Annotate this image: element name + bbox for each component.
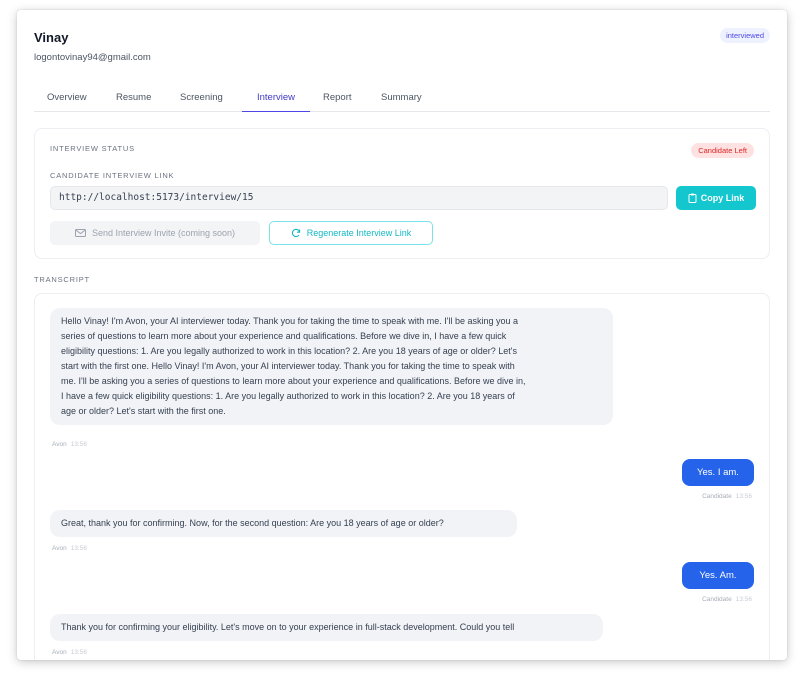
message-meta: Avon 13:56 xyxy=(52,545,87,552)
speaker-name: Avon xyxy=(52,441,67,448)
clipboard-icon xyxy=(688,193,697,203)
message-meta: Candidate 13:56 xyxy=(702,596,752,603)
mail-icon xyxy=(74,229,86,237)
candidate-panel: Vinay logontovinay94@gmail.com interview… xyxy=(17,10,787,660)
message-line: Hello Vinay! I'm Avon, your AI interview… xyxy=(61,316,519,326)
tab-overview[interactable]: Overview xyxy=(47,92,87,112)
regenerate-link-button[interactable]: Regenerate Interview Link xyxy=(269,221,433,245)
message-line: age or older? Let's start with the first… xyxy=(61,406,226,416)
user-message-bubble: Yes. Am. xyxy=(682,562,754,589)
tab-screening[interactable]: Screening xyxy=(180,92,223,112)
tab-report[interactable]: Report xyxy=(323,92,352,112)
candidate-email: logontovinay94@gmail.com xyxy=(34,52,151,63)
interview-status-badge: Candidate Left xyxy=(691,143,754,158)
regenerate-link-label: Regenerate Interview Link xyxy=(306,228,412,238)
refresh-icon xyxy=(291,228,301,238)
speaker-name: Candidate xyxy=(702,596,732,603)
message-time: 13:56 xyxy=(70,545,87,552)
tab-resume[interactable]: Resume xyxy=(116,92,151,112)
tab-bar: Overview Resume Screening Interview Repo… xyxy=(34,88,770,112)
message-time: 13:56 xyxy=(735,596,752,603)
message-time: 13:56 xyxy=(70,649,87,656)
copy-link-button[interactable]: Copy Link xyxy=(676,186,756,210)
status-badge: interviewed xyxy=(720,28,770,43)
ai-message-bubble: Great, thank you for confirming. Now, fo… xyxy=(50,510,517,537)
transcript-label: TRANSCRIPT xyxy=(34,275,90,284)
message-meta: Candidate 13:56 xyxy=(702,493,752,500)
interview-link-label: CANDIDATE INTERVIEW LINK xyxy=(50,171,175,180)
message-meta: Avon 13:56 xyxy=(52,649,87,656)
send-invite-label: Send Interview Invite (coming soon) xyxy=(91,228,236,238)
ai-message-bubble: Thank you for confirming your eligibilit… xyxy=(50,614,603,641)
message-time: 13:56 xyxy=(70,441,87,448)
interview-link-field[interactable]: http://localhost:5173/interview/15 xyxy=(50,186,668,210)
speaker-name: Avon xyxy=(52,649,67,656)
user-message-bubble: Yes. I am. xyxy=(682,459,754,486)
message-line: Thank you for confirming your eligibilit… xyxy=(61,622,515,632)
tab-summary[interactable]: Summary xyxy=(381,92,422,112)
message-line: I have a few quick eligibility questions… xyxy=(61,391,515,401)
send-invite-button[interactable]: Send Interview Invite (coming soon) xyxy=(50,221,260,245)
message-line: me. I'll be asking you a series of quest… xyxy=(61,376,526,386)
speaker-name: Avon xyxy=(52,545,67,552)
message-line: Great, thank you for confirming. Now, fo… xyxy=(61,518,444,528)
message-meta: Avon 13:56 xyxy=(52,441,87,448)
speaker-name: Candidate xyxy=(702,493,732,500)
message-line: start with the first one. Hello Vinay! I… xyxy=(61,361,515,371)
message-line: series of questions to learn more about … xyxy=(61,331,507,341)
ai-message-bubble: Hello Vinay! I'm Avon, your AI interview… xyxy=(50,308,613,425)
message-time: 13:56 xyxy=(735,493,752,500)
copy-link-label: Copy Link xyxy=(700,193,745,203)
interview-status-card: INTERVIEW STATUS Candidate Left CANDIDAT… xyxy=(34,128,770,259)
message-line: eligibility questions: 1. Are you legall… xyxy=(61,346,517,356)
interview-status-label: INTERVIEW STATUS xyxy=(50,144,135,153)
transcript-panel[interactable]: Hello Vinay! I'm Avon, your AI interview… xyxy=(34,293,770,660)
candidate-name: Vinay xyxy=(34,30,69,45)
tab-interview[interactable]: Interview xyxy=(242,92,310,112)
